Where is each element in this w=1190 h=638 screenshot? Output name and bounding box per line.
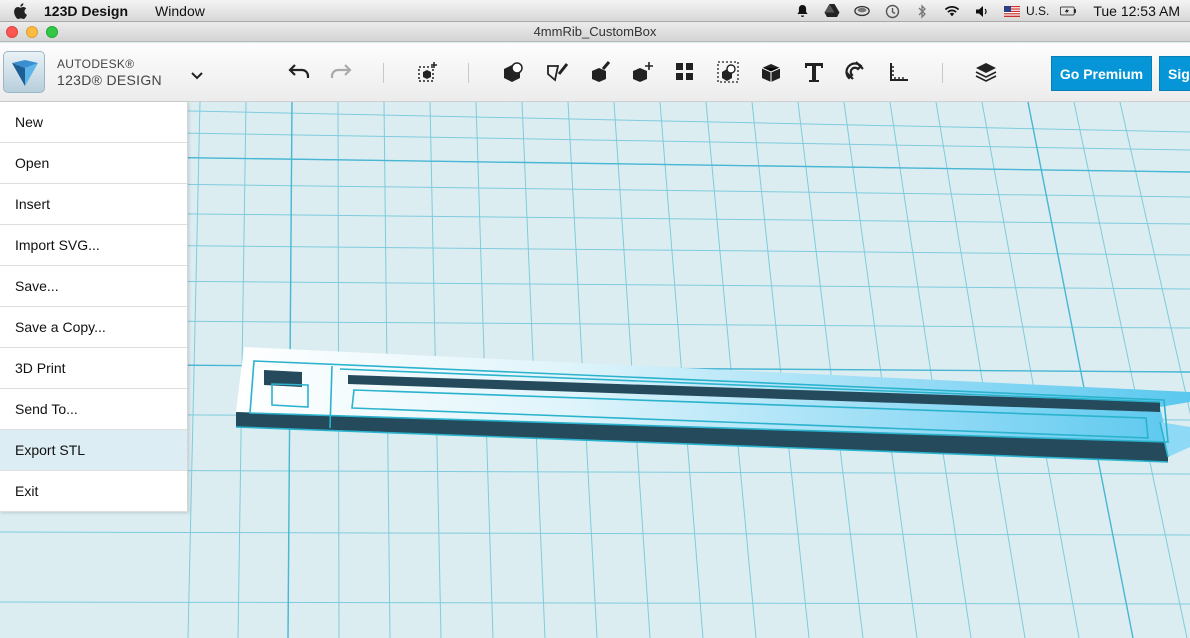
menu-item-save[interactable]: Save... <box>0 266 187 307</box>
rib-model[interactable] <box>235 347 1190 463</box>
chevron-down-icon[interactable] <box>189 67 205 83</box>
material-icon[interactable] <box>973 59 999 85</box>
notification-bell-icon[interactable] <box>794 3 810 19</box>
sketch-icon[interactable] <box>544 59 570 85</box>
menu-item-new[interactable]: New <box>0 102 187 143</box>
coffee-cup-icon[interactable] <box>854 3 870 19</box>
app-window: 123D Design Window U.S. Tue 12:53 AM 4mm… <box>0 0 1190 638</box>
menu-item-import-svg[interactable]: Import SVG... <box>0 225 187 266</box>
volume-icon[interactable] <box>974 3 990 19</box>
zoom-window-button[interactable] <box>46 26 58 38</box>
google-drive-icon[interactable] <box>824 3 840 19</box>
primitives-icon[interactable] <box>500 59 526 85</box>
time-machine-icon[interactable] <box>884 3 900 19</box>
toolbar-divider <box>468 63 469 83</box>
sign-in-button[interactable]: Sig <box>1159 56 1190 91</box>
app-logo-button[interactable] <box>3 51 45 93</box>
input-source-label[interactable]: U.S. <box>1026 4 1049 18</box>
undo-icon[interactable] <box>286 59 312 85</box>
brand-product-label: 123D® DESIGN <box>57 72 162 88</box>
bluetooth-icon[interactable] <box>914 3 930 19</box>
menu-window[interactable]: Window <box>155 3 205 19</box>
menu-item-insert[interactable]: Insert <box>0 184 187 225</box>
text-icon[interactable] <box>801 59 827 85</box>
grouping-icon[interactable] <box>715 59 741 85</box>
menu-item-send-to[interactable]: Send To... <box>0 389 187 430</box>
battery-icon[interactable] <box>1060 3 1077 19</box>
system-menu-bar: 123D Design Window U.S. Tue 12:53 AM <box>0 0 1190 22</box>
go-premium-button[interactable]: Go Premium <box>1051 56 1152 91</box>
app-menu-name[interactable]: 123D Design <box>44 3 128 19</box>
measure-icon[interactable] <box>886 59 912 85</box>
menu-item-exit[interactable]: Exit <box>0 471 187 512</box>
file-dropdown-menu: New Open Insert Import SVG... Save... Sa… <box>0 102 188 512</box>
minimize-window-button[interactable] <box>26 26 38 38</box>
combine-icon[interactable] <box>758 59 784 85</box>
menu-item-export-stl[interactable]: Export STL <box>0 430 187 471</box>
transform-icon[interactable] <box>415 59 441 85</box>
construct-icon[interactable] <box>587 59 613 85</box>
wifi-icon[interactable] <box>944 3 960 19</box>
app-toolbar: AUTODESK® 123D® DESIGN Go Premium Sig <box>0 43 1190 102</box>
snap-icon[interactable] <box>843 59 869 85</box>
toolbar-divider <box>383 63 384 83</box>
window-title: 4mmRib_CustomBox <box>533 24 657 39</box>
toolbar-divider <box>942 63 943 83</box>
redo-icon[interactable] <box>328 59 354 85</box>
menu-item-3d-print[interactable]: 3D Print <box>0 348 187 389</box>
modify-icon[interactable] <box>630 59 656 85</box>
menubar-clock[interactable]: Tue 12:53 AM <box>1093 3 1180 19</box>
us-flag-icon[interactable] <box>1004 3 1020 19</box>
window-title-bar: 4mmRib_CustomBox <box>0 22 1190 42</box>
menu-item-open[interactable]: Open <box>0 143 187 184</box>
123d-logo-icon <box>12 60 38 86</box>
apple-icon[interactable] <box>11 2 29 20</box>
close-window-button[interactable] <box>6 26 18 38</box>
pattern-icon[interactable] <box>672 59 698 85</box>
brand-autodesk-label: AUTODESK® <box>57 57 135 71</box>
menu-item-save-copy[interactable]: Save a Copy... <box>0 307 187 348</box>
